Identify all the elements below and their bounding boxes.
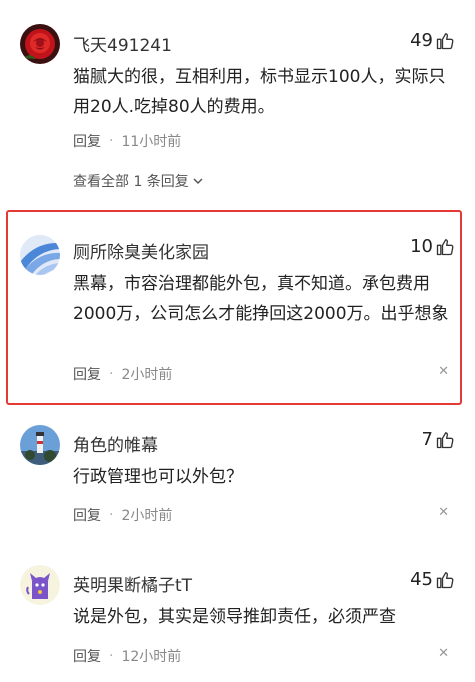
- comment-item: 厕所除臭美化家园 10 黑幕，市容治理都能外包，真不知道。承包费用2000万，公…: [0, 210, 475, 405]
- red-rose-avatar-icon: [20, 24, 60, 64]
- like-count: 49: [410, 30, 433, 51]
- avatar[interactable]: [20, 235, 60, 275]
- comment-item: 飞天491241 49 猫腻大的很，互相利用，标书显示100人，实际只用20人.…: [0, 0, 475, 200]
- timestamp: 2小时前: [121, 367, 173, 383]
- comment-text: 黑幕，市容治理都能外包，真不知道。承包费用2000万，公司怎么才能挣回这2000…: [73, 274, 449, 324]
- comment-text: 行政管理也可以外包？: [73, 467, 243, 487]
- like-count: 7: [421, 429, 433, 450]
- avatar[interactable]: [20, 24, 60, 64]
- chevron-down-icon: [193, 178, 203, 185]
- comment-text: 猫腻大的很，互相利用，标书显示100人，实际只用20人.吃掉80人的费用。: [73, 67, 446, 117]
- avatar[interactable]: [20, 425, 60, 465]
- comment-meta: 回复 · 11小时前: [73, 131, 181, 151]
- close-icon[interactable]: ✕: [438, 364, 449, 379]
- comment-meta: 回复 · 12小时前: [73, 646, 181, 666]
- separator-dot: ·: [109, 648, 114, 664]
- comment-item: 英明果断橘子tT 45 说是外包，其实是领导推卸责任，必须严查 回复 · 12小…: [0, 550, 475, 682]
- lighthouse-avatar-icon: [20, 425, 60, 465]
- like-count: 45: [410, 569, 433, 590]
- username[interactable]: 英明果断橘子tT: [73, 571, 192, 596]
- like-button[interactable]: 7: [422, 429, 455, 450]
- separator-dot: ·: [109, 507, 114, 523]
- purple-cat-avatar-icon: [20, 565, 60, 605]
- separator-dot: ·: [109, 366, 114, 382]
- reply-button[interactable]: 回复: [73, 364, 101, 384]
- expand-replies-button[interactable]: 查看全部 1 条回复: [73, 171, 204, 191]
- thumbs-up-icon: [436, 431, 454, 448]
- thumbs-up-icon: [436, 571, 454, 588]
- comment-text: 说是外包，其实是领导推卸责任，必须严查: [73, 607, 396, 627]
- like-button[interactable]: 49: [410, 30, 455, 51]
- timestamp: 11小时前: [121, 134, 182, 150]
- thumbs-up-icon: [436, 32, 454, 49]
- separator-dot: ·: [109, 133, 114, 149]
- comment-meta: 回复 · 2小时前: [73, 505, 172, 525]
- like-count: 10: [410, 236, 433, 257]
- like-button[interactable]: 10: [410, 236, 455, 257]
- close-icon[interactable]: ✕: [438, 646, 449, 661]
- timestamp: 12小时前: [121, 649, 182, 665]
- reply-button[interactable]: 回复: [73, 505, 101, 525]
- timestamp: 2小时前: [121, 508, 173, 524]
- reply-button[interactable]: 回复: [73, 646, 101, 666]
- username[interactable]: 厕所除臭美化家园: [73, 238, 209, 263]
- close-icon[interactable]: ✕: [438, 505, 449, 520]
- comment-item: 角色的帷幕 7 行政管理也可以外包？ 回复 · 2小时前 ✕: [0, 410, 475, 540]
- expand-replies-label: 查看全部 1 条回复: [73, 174, 189, 190]
- thumbs-up-icon: [436, 238, 454, 255]
- like-button[interactable]: 45: [410, 569, 455, 590]
- username[interactable]: 飞天491241: [73, 31, 172, 56]
- blue-waves-avatar-icon: [20, 235, 60, 275]
- username[interactable]: 角色的帷幕: [73, 431, 158, 456]
- comment-meta: 回复 · 2小时前: [73, 364, 172, 384]
- reply-button[interactable]: 回复: [73, 131, 101, 151]
- avatar[interactable]: [20, 565, 60, 605]
